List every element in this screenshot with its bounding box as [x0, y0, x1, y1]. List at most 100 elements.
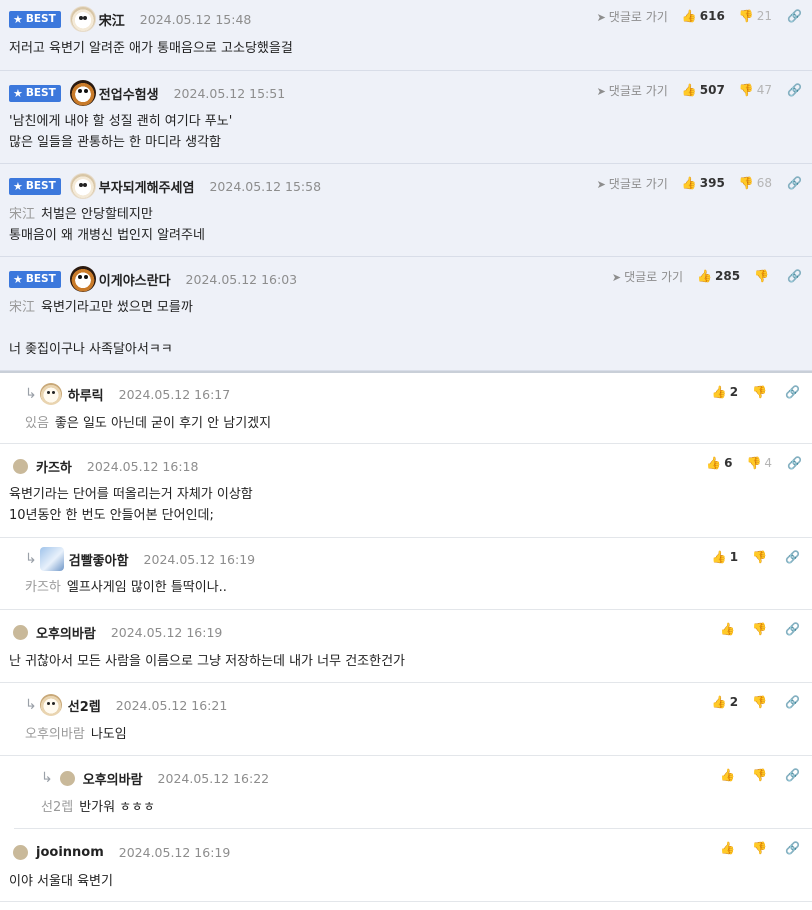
nickname[interactable]: 선2렙 — [68, 696, 101, 715]
downvote-button[interactable]: 👎 68 — [739, 176, 772, 190]
nickname[interactable]: 이게야스란다 — [99, 270, 171, 289]
upvote-button[interactable]: 👍 2 — [712, 385, 738, 399]
nickname[interactable]: 하루릭 — [68, 385, 104, 404]
best-badge: ★ BEST — [9, 270, 61, 288]
upvote-button[interactable]: 👍 507 — [682, 83, 725, 97]
thumbs-up-icon: 👍 — [720, 768, 736, 782]
comment-text: 너 좆집이구나 사족달아서ㅋㅋ — [9, 342, 173, 357]
link-icon[interactable]: 🔗 — [785, 550, 800, 564]
avatar[interactable] — [13, 624, 28, 640]
comment-date: 2024.05.12 15:48 — [139, 11, 252, 27]
downvote-button[interactable]: 👎 — [752, 695, 770, 709]
reply-mention[interactable]: 宋江 — [9, 207, 35, 222]
thumbs-up-icon: 👍 — [681, 9, 697, 23]
avatar[interactable] — [59, 770, 75, 786]
best-badge: ★ BEST — [9, 10, 61, 28]
link-icon[interactable]: 🔗 — [787, 269, 802, 283]
thumbs-up-icon: 👍 — [711, 695, 727, 709]
nickname[interactable]: 오후의바람 — [83, 769, 143, 788]
nickname[interactable]: 오후의바람 — [36, 623, 96, 642]
link-icon[interactable]: 🔗 — [787, 9, 802, 23]
star-icon: ★ — [13, 179, 23, 193]
thumbs-up-icon: 👍 — [711, 550, 727, 564]
reply-mention[interactable]: 宋江 — [9, 300, 35, 315]
reply-arrow-icon: ↳ — [25, 697, 37, 713]
link-icon[interactable]: 🔗 — [787, 456, 802, 470]
comment-text: 통매음이 왜 개병신 법인지 알려주네 — [9, 228, 205, 243]
comment-text: 좋은 일도 아닌데 굳이 후기 안 남기겠지 — [54, 416, 272, 431]
link-icon[interactable]: 🔗 — [785, 768, 800, 782]
link-icon[interactable]: 🔗 — [787, 176, 802, 190]
comment-date: 2024.05.12 15:51 — [173, 85, 286, 101]
upvote-button[interactable]: 👍 285 — [697, 269, 740, 283]
avatar[interactable] — [39, 694, 62, 716]
thumbs-up-icon: 👍 — [706, 456, 722, 470]
downvote-button[interactable]: 👎 — [754, 269, 772, 283]
reply-arrow-icon: ↳ — [25, 551, 37, 567]
link-icon[interactable]: 🔗 — [787, 83, 802, 97]
goto-comment-button[interactable]: ➤ 댓글로 가기 — [597, 8, 668, 25]
comment-item: jooinnom 2024.05.12 16:19 👍 👎 🔗 이야 서울대 육… — [0, 829, 812, 902]
comment-item: ★ BEST 전업수험생 2024.05.12 15:51 ➤ 댓글로 가기 👍 50… — [0, 71, 812, 164]
link-icon[interactable]: 🔗 — [785, 841, 800, 855]
nickname[interactable]: 전업수험생 — [99, 84, 159, 103]
send-icon: ➤ — [611, 270, 622, 284]
goto-comment-button[interactable]: ➤ 댓글로 가기 — [597, 82, 668, 99]
downvote-button[interactable]: 👎 — [752, 841, 770, 855]
nickname[interactable]: 카즈하 — [36, 457, 72, 476]
avatar[interactable] — [69, 173, 96, 199]
downvote-button[interactable]: 👎 47 — [739, 83, 772, 97]
downvote-button[interactable]: 👎 — [752, 768, 770, 782]
comment-item: ↳ 하루릭 2024.05.12 16:17 👍 2 👎 🔗 있음 좋은 일도 아닌… — [0, 371, 812, 444]
avatar[interactable] — [69, 80, 96, 106]
reply-mention[interactable]: 선2렙 — [41, 800, 73, 815]
comment-item: ★ BEST 宋江 2024.05.12 15:48 ➤ 댓글로 가기 👍 616 👎… — [0, 0, 812, 71]
reply-mention[interactable]: 카즈하 — [25, 580, 61, 595]
downvote-button[interactable]: 👎 — [752, 622, 770, 636]
downvote-button[interactable]: 👎 — [752, 550, 770, 564]
comment-text: '남친에게 내야 할 성질 괜히 여기다 푸노' — [9, 114, 233, 129]
link-icon[interactable]: 🔗 — [785, 385, 800, 399]
avatar[interactable] — [13, 844, 28, 860]
avatar[interactable] — [69, 266, 96, 292]
thumbs-down-icon: 👎 — [752, 841, 768, 855]
link-icon[interactable]: 🔗 — [785, 695, 800, 709]
goto-comment-button[interactable]: ➤ 댓글로 가기 — [612, 268, 683, 285]
upvote-button[interactable]: 👍 — [720, 768, 738, 782]
reply-arrow-icon: ↳ — [41, 770, 53, 786]
downvote-button[interactable]: 👎 4 — [746, 456, 772, 470]
avatar[interactable] — [13, 458, 28, 474]
avatar[interactable] — [39, 383, 62, 405]
upvote-button[interactable]: 👍 2 — [712, 695, 738, 709]
reply-mention[interactable]: 오후의바람 — [25, 727, 85, 742]
nickname[interactable]: 부자되게해주세염 — [99, 177, 195, 196]
thumbs-up-icon: 👍 — [681, 83, 697, 97]
goto-comment-button[interactable]: ➤ 댓글로 가기 — [597, 175, 668, 192]
nickname[interactable]: jooinnom — [36, 845, 104, 860]
upvote-button[interactable]: 👍 — [720, 841, 738, 855]
comment-text: 엘프사게임 많이한 틀딱이나.. — [66, 580, 227, 595]
avatar[interactable] — [39, 547, 64, 571]
comment-item: ↳ 검빨좋아함 2024.05.12 16:19 👍 1 👎 🔗 카즈하 엘프사게임… — [0, 538, 812, 610]
downvote-button[interactable]: 👎 21 — [739, 9, 772, 23]
comment-text: 이야 서울대 육변기 — [9, 874, 113, 889]
nickname[interactable]: 宋江 — [99, 10, 125, 29]
upvote-button[interactable]: 👍 395 — [682, 176, 725, 190]
reply-mention[interactable]: 있음 — [25, 416, 49, 431]
comment-date: 2024.05.12 16:19 — [143, 551, 256, 567]
downvote-button[interactable]: 👎 — [752, 385, 770, 399]
link-icon[interactable]: 🔗 — [785, 622, 800, 636]
send-icon: ➤ — [596, 177, 606, 191]
thumbs-down-icon: 👎 — [746, 456, 762, 470]
upvote-button[interactable]: 👍 616 — [682, 9, 725, 23]
comment-text: 육변기라고만 썼으면 모를까 — [41, 300, 193, 315]
comment-date: 2024.05.12 16:19 — [118, 844, 231, 860]
nickname[interactable]: 검빨좋아함 — [69, 550, 129, 569]
thumbs-up-icon: 👍 — [697, 269, 713, 283]
upvote-button[interactable]: 👍 6 — [706, 456, 732, 470]
comment-text: 반가워 ㅎㅎㅎ — [79, 800, 156, 815]
send-icon: ➤ — [596, 10, 606, 24]
upvote-button[interactable]: 👍 1 — [712, 550, 738, 564]
upvote-button[interactable]: 👍 — [720, 622, 738, 636]
avatar[interactable] — [69, 6, 96, 32]
